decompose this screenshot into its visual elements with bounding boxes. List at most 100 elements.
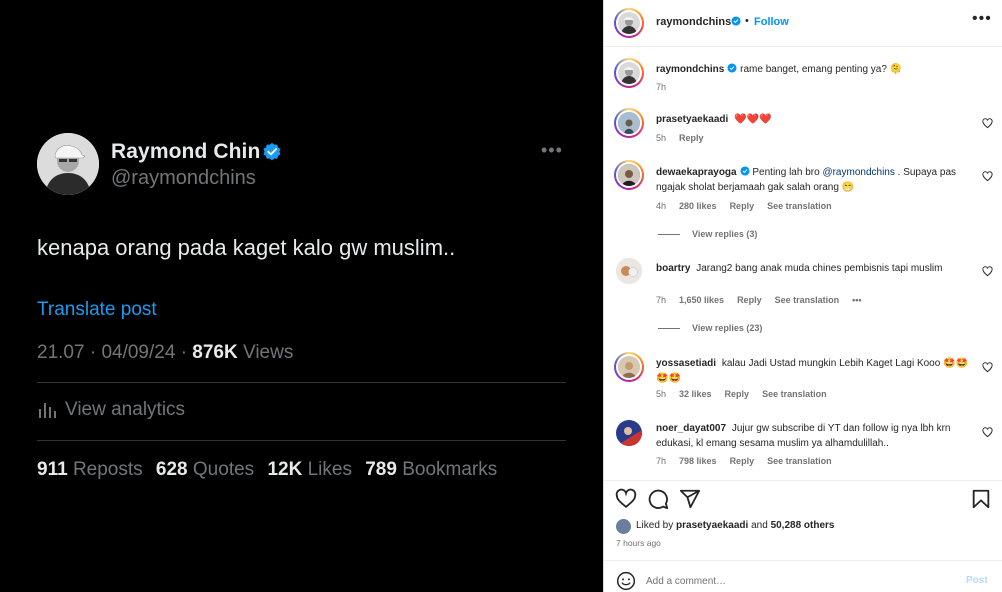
comment-avatar[interactable] <box>616 258 642 284</box>
tweet-avatar[interactable] <box>37 133 99 195</box>
more-options-icon[interactable]: ••• <box>972 10 992 28</box>
tweet-text: kenapa orang pada kaget kalo gw muslim.. <box>37 235 456 260</box>
emoji-icon[interactable] <box>616 571 636 591</box>
share-send-icon[interactable] <box>679 488 701 510</box>
liked-by-line: Liked by prasetyaekaadi and 50,288 other… <box>636 520 835 531</box>
comment-username[interactable]: dewaekaprayoga <box>656 167 737 178</box>
tweet-author-name[interactable]: Raymond Chin <box>111 140 260 164</box>
divider <box>37 440 566 441</box>
comment-avatar[interactable] <box>616 420 642 446</box>
caption-username[interactable]: raymondchins <box>656 64 724 75</box>
liked-by-avatar[interactable] <box>616 519 631 534</box>
like-comment-heart-icon[interactable] <box>982 266 993 277</box>
tweet-stats: 911 Reposts 628 Quotes 12K Likes 789 Boo… <box>37 459 505 481</box>
comment-text-before: Penting lah bro <box>752 167 823 178</box>
reply-button[interactable]: Reply <box>725 389 750 399</box>
comment-likes[interactable]: 798 likes <box>679 456 717 466</box>
comment-meta: 5h Reply <box>656 133 717 143</box>
tweet-author-handle[interactable]: @raymondchins <box>111 167 256 190</box>
verified-badge-icon <box>731 16 741 26</box>
comment-meta: 5h 32 likes Reply See translation <box>656 389 840 399</box>
follow-button[interactable]: Follow <box>754 16 789 28</box>
views-label: Views <box>243 342 294 363</box>
tweet-date[interactable]: 04/09/24 <box>101 342 175 363</box>
meta-separator: · <box>89 342 97 363</box>
comment-username[interactable]: noer_dayat007 <box>656 423 726 434</box>
comment-time[interactable]: 5h <box>656 389 666 399</box>
like-comment-heart-icon[interactable] <box>982 427 993 438</box>
quotes-stat[interactable]: 628 Quotes <box>156 459 254 480</box>
bookmarks-stat[interactable]: 789 Bookmarks <box>365 459 497 480</box>
see-translation-button[interactable]: See translation <box>767 456 832 466</box>
comment-meta: 4h 280 likes Reply See translation <box>656 201 845 211</box>
comment: noer_dayat007 Jujur gw subscribe di YT d… <box>656 421 968 451</box>
comment-username[interactable]: yossasetiadi <box>656 358 716 369</box>
reply-button[interactable]: Reply <box>737 295 762 305</box>
see-translation-button[interactable]: See translation <box>762 389 827 399</box>
comment-likes[interactable]: 280 likes <box>679 201 717 211</box>
comment-text: ❤️❤️❤️ <box>734 114 772 125</box>
add-comment-input[interactable] <box>646 572 946 590</box>
verified-badge-icon <box>740 166 750 176</box>
tweet-image: Raymond Chin @raymondchins ••• kenapa or… <box>0 0 603 592</box>
reposts-stat[interactable]: 911 Reposts <box>37 459 143 480</box>
comment-icon[interactable] <box>647 488 669 510</box>
comment-time[interactable]: 4h <box>656 201 666 211</box>
comment-more-icon[interactable]: ••• <box>852 295 861 305</box>
reply-button[interactable]: Reply <box>730 456 755 466</box>
mention-link[interactable]: @raymondchins <box>822 167 894 178</box>
like-comment-heart-icon[interactable] <box>982 118 993 129</box>
post-header: raymondchins • Follow ••• <box>604 0 1002 47</box>
comment-avatar[interactable] <box>614 352 644 382</box>
comment-likes[interactable]: 32 likes <box>679 389 712 399</box>
verified-badge-icon <box>263 142 281 161</box>
comment-meta: 7h 798 likes Reply See translation <box>656 456 845 466</box>
header-username[interactable]: raymondchins <box>656 16 731 28</box>
comment: boartry Jarang2 bang anak muda chines pe… <box>656 261 968 276</box>
view-replies-button[interactable]: View replies (23) <box>658 323 762 333</box>
comment-username[interactable]: boartry <box>656 263 690 274</box>
comment-likes[interactable]: 1,650 likes <box>679 295 724 305</box>
translate-post-link[interactable]: Translate post <box>37 299 157 321</box>
comment-avatar[interactable] <box>614 160 644 190</box>
divider <box>37 382 566 383</box>
comment: prasetyaekaadi ❤️❤️❤️ <box>656 112 968 127</box>
comment: yossasetiadi kalau Jadi Ustad mungkin Le… <box>656 356 968 386</box>
like-comment-heart-icon[interactable] <box>982 171 993 182</box>
tweet-time[interactable]: 21.07 <box>37 342 85 363</box>
post-action-bar <box>604 480 1002 510</box>
instagram-panel: raymondchins • Follow ••• raymondchins r… <box>603 0 1002 592</box>
add-comment-bar: Post <box>604 560 1002 592</box>
comment-time[interactable]: 5h <box>656 133 666 143</box>
caption-time[interactable]: 7h <box>656 82 666 92</box>
caption-text: rame banget, emang penting ya? 🫠 <box>740 64 903 75</box>
caption-meta: 7h <box>656 82 679 92</box>
caption-avatar[interactable] <box>614 58 644 88</box>
view-analytics-label: View analytics <box>65 399 186 420</box>
verified-badge-icon <box>727 63 737 73</box>
comment-time[interactable]: 7h <box>656 295 666 305</box>
analytics-icon <box>39 403 56 418</box>
likes-stat[interactable]: 12K Likes <box>267 459 352 480</box>
comment-username[interactable]: prasetyaekaadi <box>656 114 728 125</box>
like-comment-heart-icon[interactable] <box>982 362 993 373</box>
save-bookmark-icon[interactable] <box>970 488 992 510</box>
view-analytics-button[interactable]: View analytics <box>37 399 185 421</box>
see-translation-button[interactable]: See translation <box>775 295 840 305</box>
reply-button[interactable]: Reply <box>730 201 755 211</box>
like-heart-icon[interactable] <box>615 488 637 510</box>
header-avatar[interactable] <box>614 8 644 38</box>
liked-by-count[interactable]: 50,288 others <box>771 520 835 531</box>
comment-avatar[interactable] <box>614 108 644 138</box>
view-replies-button[interactable]: View replies (3) <box>658 229 757 239</box>
comment-meta: 7h 1,650 likes Reply See translation ••• <box>656 295 875 305</box>
comment: dewaekaprayoga Penting lah bro @raymondc… <box>656 165 968 195</box>
views-count: 876K <box>192 342 238 363</box>
comment-time[interactable]: 7h <box>656 456 666 466</box>
see-translation-button[interactable]: See translation <box>767 201 832 211</box>
reply-button[interactable]: Reply <box>679 133 704 143</box>
liked-by-user[interactable]: prasetyaekaadi <box>676 520 748 531</box>
post-time[interactable]: 7 hours ago <box>616 538 661 548</box>
post-comment-button[interactable]: Post <box>966 575 988 586</box>
more-options-icon[interactable]: ••• <box>541 141 563 159</box>
